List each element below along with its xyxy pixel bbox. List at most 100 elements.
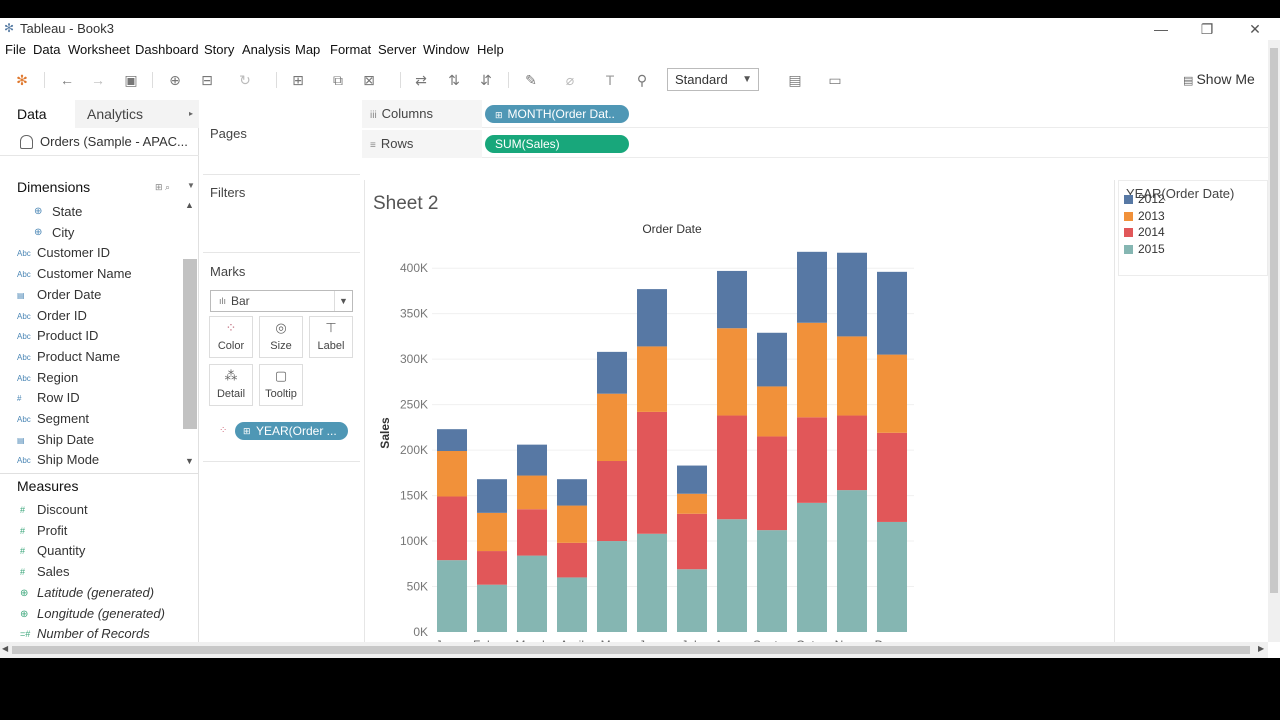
bar-2015-janu[interactable] <box>437 560 467 632</box>
measure-sales[interactable]: Sales <box>37 564 70 579</box>
pause-updates-icon[interactable]: ⊟ <box>197 70 217 90</box>
bar-2013-janu[interactable] <box>437 451 467 497</box>
dimension-city[interactable]: City <box>52 225 74 240</box>
bar-2012-may[interactable] <box>597 351 627 394</box>
bar-2013-may[interactable] <box>597 393 627 462</box>
bar-2012-septe[interactable] <box>757 332 787 387</box>
clear-sheet-icon[interactable]: ⊠ <box>359 70 379 90</box>
rows-shelf[interactable]: ≡ Rows SUM(Sales) <box>362 130 1268 158</box>
menu-worksheet[interactable]: Worksheet <box>68 42 130 57</box>
scroll-up-icon[interactable]: ▲ <box>185 200 194 210</box>
dimension-ship-date[interactable]: Ship Date <box>37 432 94 447</box>
redo-icon[interactable]: → <box>88 70 108 90</box>
size-button[interactable]: ◎ Size <box>259 316 303 358</box>
dimension-customer-id[interactable]: Customer ID <box>37 245 110 260</box>
menu-dashboard[interactable]: Dashboard <box>135 42 199 57</box>
bar-2014-july[interactable] <box>677 513 707 570</box>
bar-2014-april[interactable] <box>557 542 587 578</box>
bar-2013-septe[interactable] <box>757 386 787 437</box>
show-me-button[interactable]: ▤ Show Me <box>1183 71 1255 87</box>
measure-number-of-records[interactable]: Number of Records <box>37 626 150 641</box>
sort-descending-icon[interactable]: ⇵ <box>476 70 496 90</box>
bar-2015-nove[interactable] <box>837 490 867 632</box>
bar-2015-april[interactable] <box>557 577 587 632</box>
bar-2014-febru[interactable] <box>477 551 507 585</box>
bar-2014-may[interactable] <box>597 461 627 542</box>
bar-2015-dece[interactable] <box>877 521 907 632</box>
measure-profit[interactable]: Profit <box>37 523 67 538</box>
swap-rows-columns-icon[interactable]: ⇄ <box>411 70 431 90</box>
columns-shelf[interactable]: iii Columns ⊞ MONTH(Order Dat.. <box>362 100 1268 128</box>
bar-2015-septe[interactable] <box>757 530 787 632</box>
dimension-segment[interactable]: Segment <box>37 411 89 426</box>
year-order-date-mark-pill[interactable]: ⊞ YEAR(Order ... <box>235 422 348 440</box>
menu-help[interactable]: Help <box>477 42 504 57</box>
measure-discount[interactable]: Discount <box>37 502 88 517</box>
scroll-right-icon[interactable]: ▶ <box>1258 644 1264 653</box>
bar-2014-march[interactable] <box>517 509 547 556</box>
bar-2015-july[interactable] <box>677 569 707 632</box>
new-worksheet-icon[interactable]: ⊞ <box>288 70 308 90</box>
dimension-product-name[interactable]: Product Name <box>37 349 120 364</box>
bar-2013-augu[interactable] <box>717 328 747 416</box>
bar-2014-septe[interactable] <box>757 436 787 531</box>
bar-2015-may[interactable] <box>597 541 627 632</box>
scroll-left-icon[interactable]: ◀ <box>2 644 8 653</box>
tooltip-button[interactable]: ▢ Tooltip <box>259 364 303 406</box>
mark-type-select[interactable]: ılı Bar ▼ <box>210 290 353 312</box>
bar-2013-march[interactable] <box>517 475 547 510</box>
bar-2015-june[interactable] <box>637 533 667 632</box>
bar-2012-june[interactable] <box>637 289 667 347</box>
menu-server[interactable]: Server <box>378 42 416 57</box>
sort-ascending-icon[interactable]: ⇅ <box>444 70 464 90</box>
dimension-row-id[interactable]: Row ID <box>37 390 80 405</box>
bar-2012-octo[interactable] <box>797 251 827 323</box>
undo-icon[interactable]: ← <box>57 70 77 90</box>
detail-button[interactable]: ⁂ Detail <box>209 364 253 406</box>
bar-2015-augu[interactable] <box>717 519 747 632</box>
bar-2014-nove[interactable] <box>837 415 867 491</box>
tableau-home-icon[interactable]: ✻ <box>12 70 32 90</box>
pages-card[interactable]: Pages <box>203 119 360 175</box>
bar-2014-octo[interactable] <box>797 417 827 503</box>
save-icon[interactable]: ▣ <box>121 70 141 90</box>
menu-format[interactable]: Format <box>330 42 371 57</box>
legend-item-2014[interactable]: 2014 <box>1124 225 1165 239</box>
bar-2014-janu[interactable] <box>437 496 467 561</box>
bar-2013-april[interactable] <box>557 505 587 543</box>
scroll-down-icon[interactable]: ▼ <box>185 456 194 466</box>
bar-2012-april[interactable] <box>557 479 587 506</box>
color-button[interactable]: ⁘ Color <box>209 316 253 358</box>
bar-2012-janu[interactable] <box>437 429 467 452</box>
menu-story[interactable]: Story <box>204 42 234 57</box>
tab-data[interactable]: Data <box>0 100 75 128</box>
bar-2013-june[interactable] <box>637 346 667 412</box>
legend-item-2015[interactable]: 2015 <box>1124 242 1165 256</box>
bar-2012-nove[interactable] <box>837 252 867 337</box>
group-icon[interactable]: ⌀ <box>560 70 580 90</box>
dimension-ship-mode[interactable]: Ship Mode <box>37 452 99 467</box>
bar-2012-febru[interactable] <box>477 479 507 513</box>
label-button[interactable]: ⊤ Label <box>309 316 353 358</box>
dimension-order-id[interactable]: Order ID <box>37 308 87 323</box>
horizontal-scroll-thumb[interactable] <box>12 646 1250 654</box>
month-order-date-pill[interactable]: ⊞ MONTH(Order Dat.. <box>485 105 629 123</box>
close-button[interactable]: ✕ <box>1232 18 1278 40</box>
dimension-options-icon[interactable]: ⊞ ⌕ <box>155 182 170 193</box>
dimension-product-id[interactable]: Product ID <box>37 328 98 343</box>
bar-2013-nove[interactable] <box>837 336 867 416</box>
bar-2014-augu[interactable] <box>717 415 747 520</box>
measure-quantity[interactable]: Quantity <box>37 543 85 558</box>
restore-button[interactable]: ❐ <box>1184 18 1230 40</box>
bar-2014-june[interactable] <box>637 411 667 534</box>
dimension-customer-name[interactable]: Customer Name <box>37 266 132 281</box>
bar-2012-augu[interactable] <box>717 270 747 329</box>
fit-select[interactable]: Standard ▼ <box>667 68 759 91</box>
dimension-region[interactable]: Region <box>37 370 78 385</box>
pane-menu-icon[interactable]: ▸ <box>189 100 193 128</box>
stacked-bar-chart[interactable]: 0K 50K 100K 150K 200K 250K 300K 350K 400K Order D… <box>364 180 1114 658</box>
presentation-mode-icon[interactable]: ▭ <box>825 70 845 90</box>
menu-file[interactable]: File <box>5 42 26 57</box>
bar-2015-febru[interactable] <box>477 584 507 632</box>
dimensions-menu-icon[interactable]: ▼ <box>187 181 195 190</box>
